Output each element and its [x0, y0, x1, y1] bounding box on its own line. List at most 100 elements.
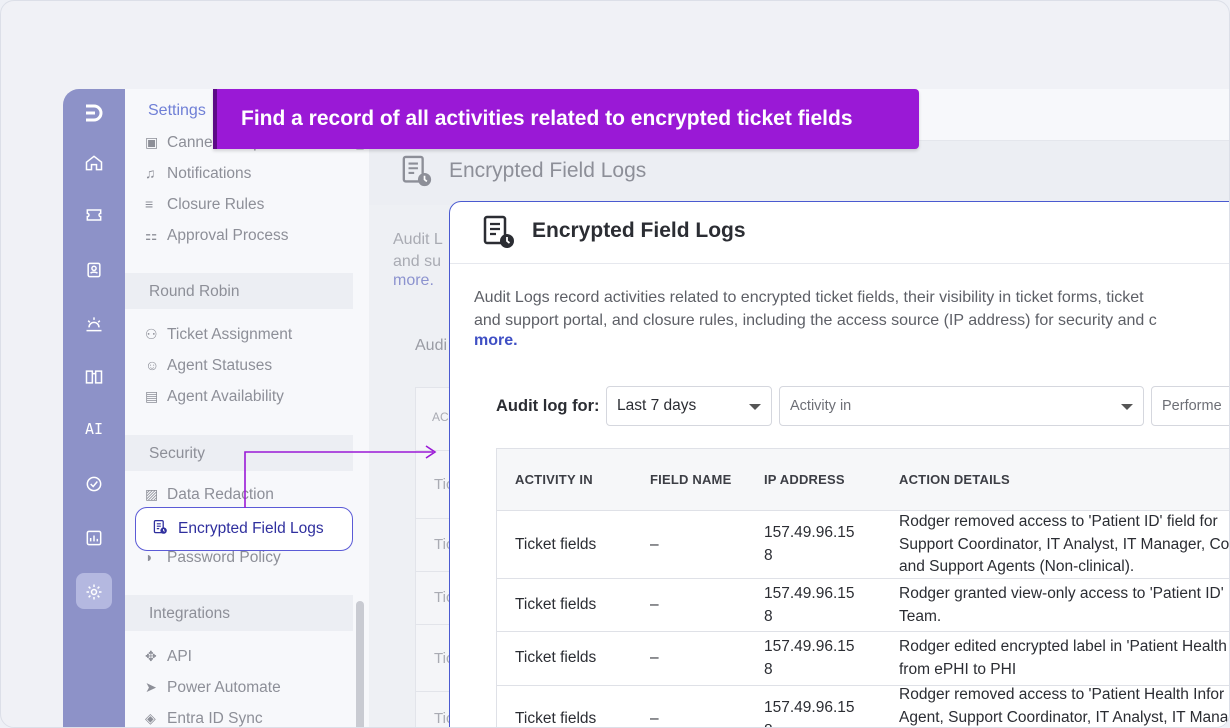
page-description-line: Audit Logs record activities related to … — [474, 289, 1144, 306]
sidebar-item-label: Data Redaction — [167, 486, 274, 503]
cell-ip-address: 157.49.96.15 8 — [764, 583, 855, 628]
encrypted-log-icon — [482, 215, 516, 251]
home-icon[interactable] — [76, 144, 112, 180]
details-line: Rodger granted view-only access to 'Pati… — [899, 585, 1224, 602]
ip-line: 157.49.96.15 — [764, 638, 855, 655]
details-line: Rodger edited encrypted label in 'Patien… — [899, 638, 1227, 655]
sidebar-item-notifications[interactable]: ♫ Notifications — [145, 162, 251, 184]
sidebar-item-agent-statuses[interactable]: ☺ Agent Statuses — [145, 354, 272, 376]
bell-icon: ♫ — [145, 165, 156, 181]
sidebar-item-label: Closure Rules — [167, 196, 265, 213]
settings-icon[interactable] — [76, 573, 112, 609]
activity-select-placeholder: Activity in — [790, 398, 852, 414]
cell-action-details: Rodger edited encrypted label in 'Patien… — [899, 636, 1227, 681]
audit-filters: Audit log for: Last 7 days Activity in P… — [450, 386, 1229, 428]
ip-line: 8 — [764, 720, 855, 728]
sidebar-item-closure-rules[interactable]: ≡ Closure Rules — [145, 193, 264, 215]
breadcrumb[interactable]: Settings — [148, 102, 206, 120]
background-audit-label: Audi — [415, 337, 448, 354]
cell-action-details: Rodger removed access to 'Patient Health… — [899, 684, 1229, 727]
details-line: Rodger removed access to 'Patient ID' fi… — [899, 513, 1218, 530]
period-select-value: Last 7 days — [617, 397, 697, 414]
power-automate-icon: ➤ — [145, 679, 157, 695]
section-round-robin: Round Robin — [125, 273, 353, 309]
app-frame: AI Settings ▣Canned Responses ♫Notificat… — [0, 0, 1230, 728]
alerts-icon[interactable] — [76, 305, 112, 341]
details-line: Rodger removed access to 'Patient Health… — [899, 686, 1225, 703]
sidebar-item-label: Notifications — [167, 165, 252, 182]
availability-icon: ▤ — [145, 388, 159, 404]
cell-activity: Ticket fields — [515, 596, 597, 613]
column-header-field-name: FIELD NAME — [650, 472, 732, 487]
sidebar-item-label: Encrypted Field Logs — [178, 520, 324, 537]
page-description-line: and support portal, and closure rules, i… — [474, 311, 1157, 329]
column-header-ip-address: IP ADDRESS — [764, 472, 845, 487]
sidebar-item-api[interactable]: ✥ API — [145, 645, 192, 667]
assignment-icon: ⚇ — [145, 326, 158, 342]
background-more-link[interactable]: more. — [393, 272, 434, 290]
cell-action-details: Rodger granted view-only access to 'Pati… — [899, 583, 1224, 628]
cell-activity: Ticket fields — [515, 710, 597, 727]
learn-more-link[interactable]: more. — [474, 332, 518, 350]
cell-field-name: – — [650, 536, 659, 553]
table-row[interactable]: Ticket fields – 157.49.96.15 8 Rodger gra… — [497, 579, 1229, 632]
filter-label: Audit log for: — [496, 397, 600, 415]
audit-log-table: ACTIVITY IN FIELD NAME IP ADDRESS ACTION… — [496, 448, 1229, 728]
ip-line: 157.49.96.15 — [764, 585, 855, 602]
table-row[interactable]: Ticket fields – 157.49.96.15 8 Rodger rem… — [497, 511, 1229, 579]
sidebar-item-label: Approval Process — [167, 227, 289, 244]
table-row[interactable]: Ticket fields – 157.49.96.15 8 Rodger rem… — [497, 684, 1229, 728]
section-integrations: Integrations — [125, 595, 353, 631]
sidebar-item-entra-id-sync[interactable]: ◈ Entra ID Sync — [145, 707, 263, 727]
cell-action-details: Rodger removed access to 'Patient ID' fi… — [899, 511, 1229, 579]
background-description-line: and su — [393, 253, 442, 270]
sidebar-item-power-automate[interactable]: ➤ Power Automate — [145, 676, 281, 698]
api-icon: ✥ — [145, 648, 157, 664]
column-header-action-details: ACTION DETAILS — [899, 472, 1010, 487]
performer-select[interactable]: Performe — [1151, 386, 1229, 426]
details-line: and Support Agents (Non-clinical). — [899, 558, 1135, 575]
sidebar-item-ticket-assignment[interactable]: ⚇ Ticket Assignment — [145, 323, 292, 345]
performer-select-placeholder: Performe — [1162, 398, 1222, 414]
chevron-down-icon — [1121, 404, 1133, 410]
logo-icon[interactable] — [81, 99, 107, 125]
app-rail: AI — [63, 89, 125, 727]
table-header: ACTIVITY IN FIELD NAME IP ADDRESS ACTION… — [497, 449, 1229, 511]
background-title: Encrypted Field Logs — [449, 159, 647, 182]
period-select[interactable]: Last 7 days — [606, 386, 772, 426]
sidebar-item-approval-process[interactable]: ⚏ Approval Process — [145, 224, 288, 246]
log-icon — [401, 155, 433, 189]
tasks-icon[interactable] — [76, 465, 112, 501]
table-row[interactable]: Ticket fields – 157.49.96.15 8 Rodger edi… — [497, 632, 1229, 686]
sidebar-item-data-redaction[interactable]: ▨ Data Redaction — [145, 483, 274, 505]
cell-field-name: – — [650, 596, 659, 613]
sidebar-item-label: Power Automate — [167, 679, 281, 696]
ai-icon[interactable]: AI — [76, 411, 112, 447]
tickets-icon[interactable] — [76, 196, 112, 232]
canned-icon: ▣ — [145, 134, 159, 150]
sync-icon: ◈ — [145, 710, 156, 726]
section-security: Security — [125, 435, 353, 471]
details-line: Team. — [899, 607, 942, 625]
sidebar-item-label: Agent Statuses — [167, 357, 273, 374]
sidebar-item-label: API — [167, 648, 192, 665]
cell-activity: Ticket fields — [515, 649, 597, 666]
background-description-line: Audit L — [393, 231, 443, 248]
ip-line: 157.49.96.15 — [764, 699, 855, 716]
knowledge-icon[interactable] — [76, 358, 112, 394]
cell-field-name: – — [650, 710, 659, 727]
page-title: Encrypted Field Logs — [532, 219, 746, 242]
closure-icon: ≡ — [145, 196, 154, 212]
ai-label: AI — [84, 420, 104, 438]
ip-line: 8 — [764, 546, 773, 564]
sidebar-item-encrypted-field-logs[interactable]: Encrypted Field Logs — [135, 507, 353, 551]
sidebar-item-agent-availability[interactable]: ▤ Agent Availability — [145, 385, 284, 407]
contacts-icon[interactable] — [76, 251, 112, 287]
encrypted-log-icon — [152, 508, 178, 550]
sidebar-scrollbar[interactable] — [356, 601, 364, 727]
ip-line: 8 — [764, 660, 773, 678]
activity-select[interactable]: Activity in — [779, 386, 1144, 426]
column-header-activity: ACTIVITY IN — [515, 472, 593, 487]
details-line: Agent, Support Coordinator, IT Analyst, … — [899, 708, 1229, 726]
reports-icon[interactable] — [76, 519, 112, 555]
